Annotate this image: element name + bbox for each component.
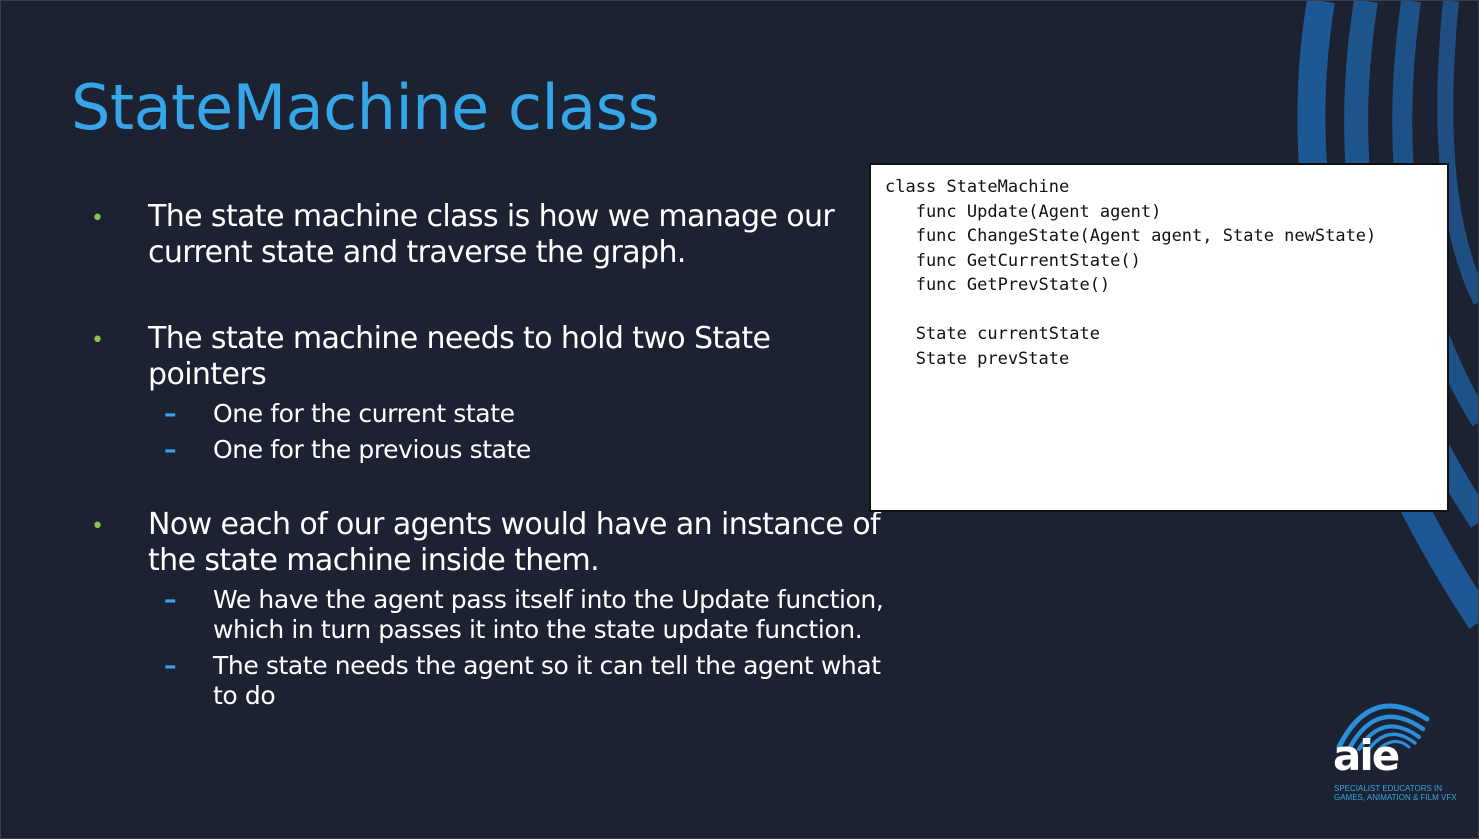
sub-bullet-dash: – (164, 651, 177, 680)
code-box: class StateMachine func Update(Agent age… (869, 163, 1449, 512)
code-snippet: class StateMachine func Update(Agent age… (885, 177, 1377, 369)
sub-bullet-dash: – (164, 585, 177, 614)
bullet-dot: • (91, 514, 104, 539)
bullet-list: • The state machine class is how we mana… (91, 199, 891, 761)
bullet-text: The state machine class is how we manage… (148, 199, 835, 270)
sub-bullet-dash: – (164, 399, 177, 428)
sub-bullet-dash: – (164, 435, 177, 464)
bullet-item: • The state machine needs to hold two St… (91, 321, 891, 465)
sub-bullet-item: – We have the agent pass itself into the… (91, 585, 891, 645)
sub-bullet-item: – The state needs the agent so it can te… (91, 651, 891, 711)
sub-bullet-item: – One for the previous state (91, 435, 891, 465)
bullet-item: • The state machine class is how we mana… (91, 199, 891, 271)
logo-wordmark: aie (1333, 731, 1400, 780)
logo-tagline-line: GAMES, ANIMATION & FILM VFX (1334, 793, 1457, 802)
bullet-text: Now each of our agents would have an ins… (148, 507, 881, 578)
bullet-text: The state machine needs to hold two Stat… (148, 321, 771, 392)
sub-bullet-text: We have the agent pass itself into the U… (213, 585, 884, 644)
logo-tagline: SPECIALIST EDUCATORS IN GAMES, ANIMATION… (1334, 784, 1457, 802)
slide: StateMachine class • The state machine c… (0, 0, 1479, 839)
bullet-dot: • (91, 206, 104, 231)
sub-bullet-item: – One for the current state (91, 399, 891, 429)
logo-tagline-line: SPECIALIST EDUCATORS IN (1334, 784, 1443, 793)
slide-title: StateMachine class (71, 71, 660, 144)
sub-bullet-text: One for the previous state (213, 435, 531, 464)
bullet-dot: • (91, 328, 104, 353)
sub-bullet-text: One for the current state (213, 399, 515, 428)
sub-bullet-text: The state needs the agent so it can tell… (213, 651, 881, 710)
bullet-item: • Now each of our agents would have an i… (91, 507, 891, 711)
